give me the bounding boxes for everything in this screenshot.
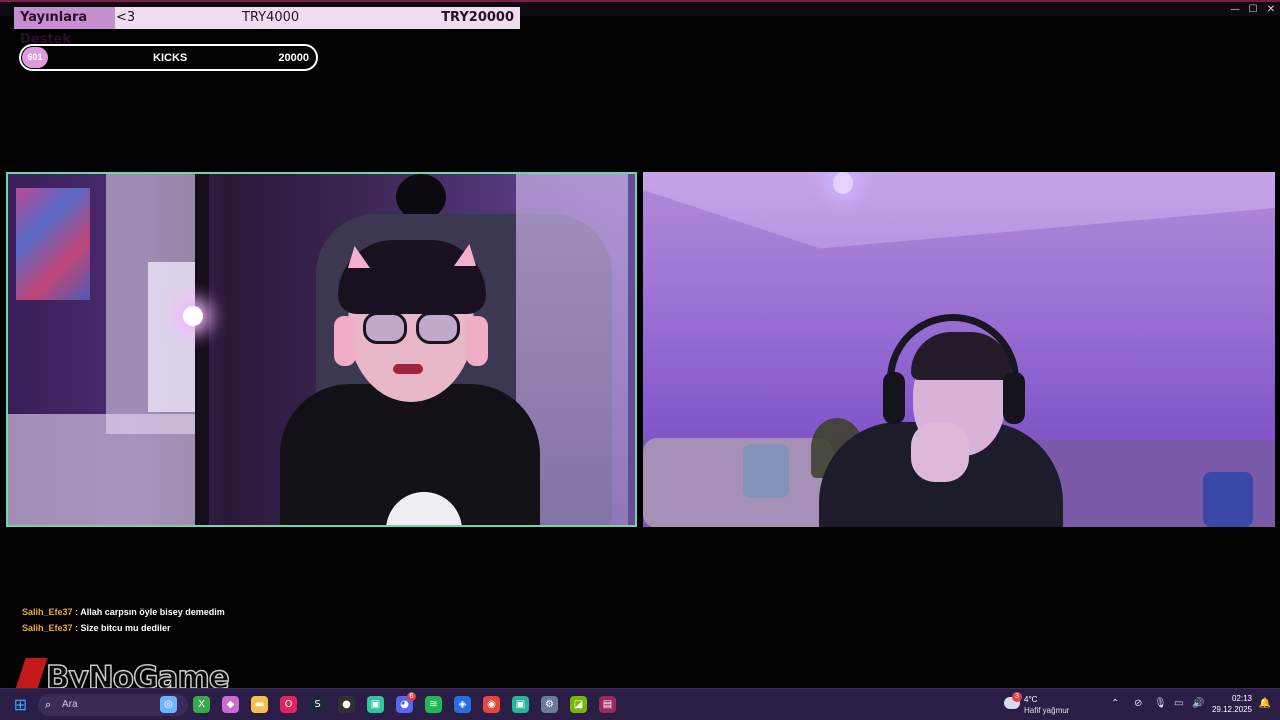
xbox-icon[interactable]: X [193,696,210,713]
headphone-left [883,372,905,424]
donation-goal-heart: <3 [116,10,136,25]
obs-icon[interactable]: ● [338,696,355,713]
cabinet [148,262,196,412]
person-hand [911,422,969,482]
kicks-goal-bar: 601 KICKS 20000 [19,44,318,71]
opera-gx-icon[interactable]: O [280,696,297,713]
streamlabs-icon[interactable]: ▣ [367,696,384,713]
close-button[interactable]: ✕ [1260,3,1280,16]
chat-line: Salih_Efe37 : Allah carpsın öyle bisey d… [22,607,225,617]
kicks-label: KICKS [153,52,188,64]
spotify-icon[interactable]: ≋ [425,696,442,713]
app-blue-icon[interactable]: ◈ [454,696,471,713]
headphones-band [887,314,1019,414]
donation-goal-label: Yayınlara Destek [14,7,115,47]
webcam-right [643,172,1275,527]
sofa-left-cushion [643,438,833,527]
donation-goal-bar: Yayınlara Destek <3 TRY4000 TRY20000 [14,7,520,47]
lamp-light [183,306,203,326]
headphone-right [466,316,488,366]
mixed-app-icon[interactable]: ◆ [222,696,239,713]
lips [393,364,423,374]
settings-icon[interactable]: ⚙ [541,696,558,713]
network-icon[interactable]: ▭ [1174,698,1183,709]
start-icon[interactable]: ⊞ [12,695,29,714]
copilot-icon[interactable]: ◎ [160,696,177,713]
taskbar: ⊞ ⌕ Ara ◎ X ◆ ▬ O S ● ▣ ◕ 6 ≋ ◈ ◉ ▣ ⚙ ◪ ▤ 3 4°C Hafif ya… [0,688,1280,720]
glasses-left-lens [363,312,407,344]
headphone-left [334,316,356,366]
desk [8,414,208,525]
chevron-up-icon[interactable]: ⌃ [1111,698,1119,709]
stream-window: — ☐ ✕ Yayınlara Destek <3 TRY4000 TRY200… [0,0,1280,697]
file-explorer-icon[interactable]: ▬ [251,696,268,713]
weather-temp: 4°C [1024,695,1038,704]
chat-username: Salih_Efe37 [22,623,73,633]
nvidia-icon[interactable]: ◪ [570,696,587,713]
glasses-right-lens [416,312,460,344]
wall-poster [16,188,90,300]
search-placeholder: Ara [62,699,78,710]
volume-icon[interactable]: 🔊 [1192,698,1204,709]
discord-badge: 6 [407,692,416,701]
bynogame-mark-icon [14,658,48,692]
weather-condition: Hafif yağmur [1024,706,1070,715]
kicks-count: 601 [22,47,48,68]
donation-goal-current: TRY4000 [242,10,300,25]
clock-time: 02:13 [1231,694,1252,703]
chat-message: Size bitcu mu dediler [80,623,171,633]
winrar-icon[interactable]: ▤ [599,696,616,713]
chrome-icon[interactable]: ◉ [483,696,500,713]
headphone-right [1003,372,1025,424]
hidden-icon[interactable]: ⊘ [1134,698,1142,709]
kicks-target: 20000 [278,52,309,64]
door-frame [195,174,209,525]
system-clock[interactable]: 02:13 29.12.2025 [1212,693,1252,715]
notification-bell-icon[interactable]: 🔔 [1259,698,1271,709]
person-hair [338,240,486,314]
sofa-right-pillow [1203,472,1253,527]
steam-icon[interactable]: S [309,696,326,713]
webcam-left [6,172,637,527]
chat-line: Salih_Efe37 : Size bitcu mu dediler [22,623,171,633]
ceiling-light [833,172,853,194]
ceiling [643,172,1275,249]
search-icon: ⌕ [45,699,52,711]
discord-icon[interactable]: ◕ 6 [396,692,416,713]
throw-pillow [743,444,789,498]
weather-badge: 3 [1012,692,1022,702]
app-teal-icon[interactable]: ▣ [512,696,529,713]
microphone-icon[interactable]: 🎙 [1154,698,1167,709]
chat-message: Allah carpsın öyle bisey demedim [80,607,225,617]
clock-date: 29.12.2025 [1211,705,1252,714]
donation-goal-target: TRY20000 [441,10,514,25]
chat-username: Salih_Efe37 [22,607,73,617]
